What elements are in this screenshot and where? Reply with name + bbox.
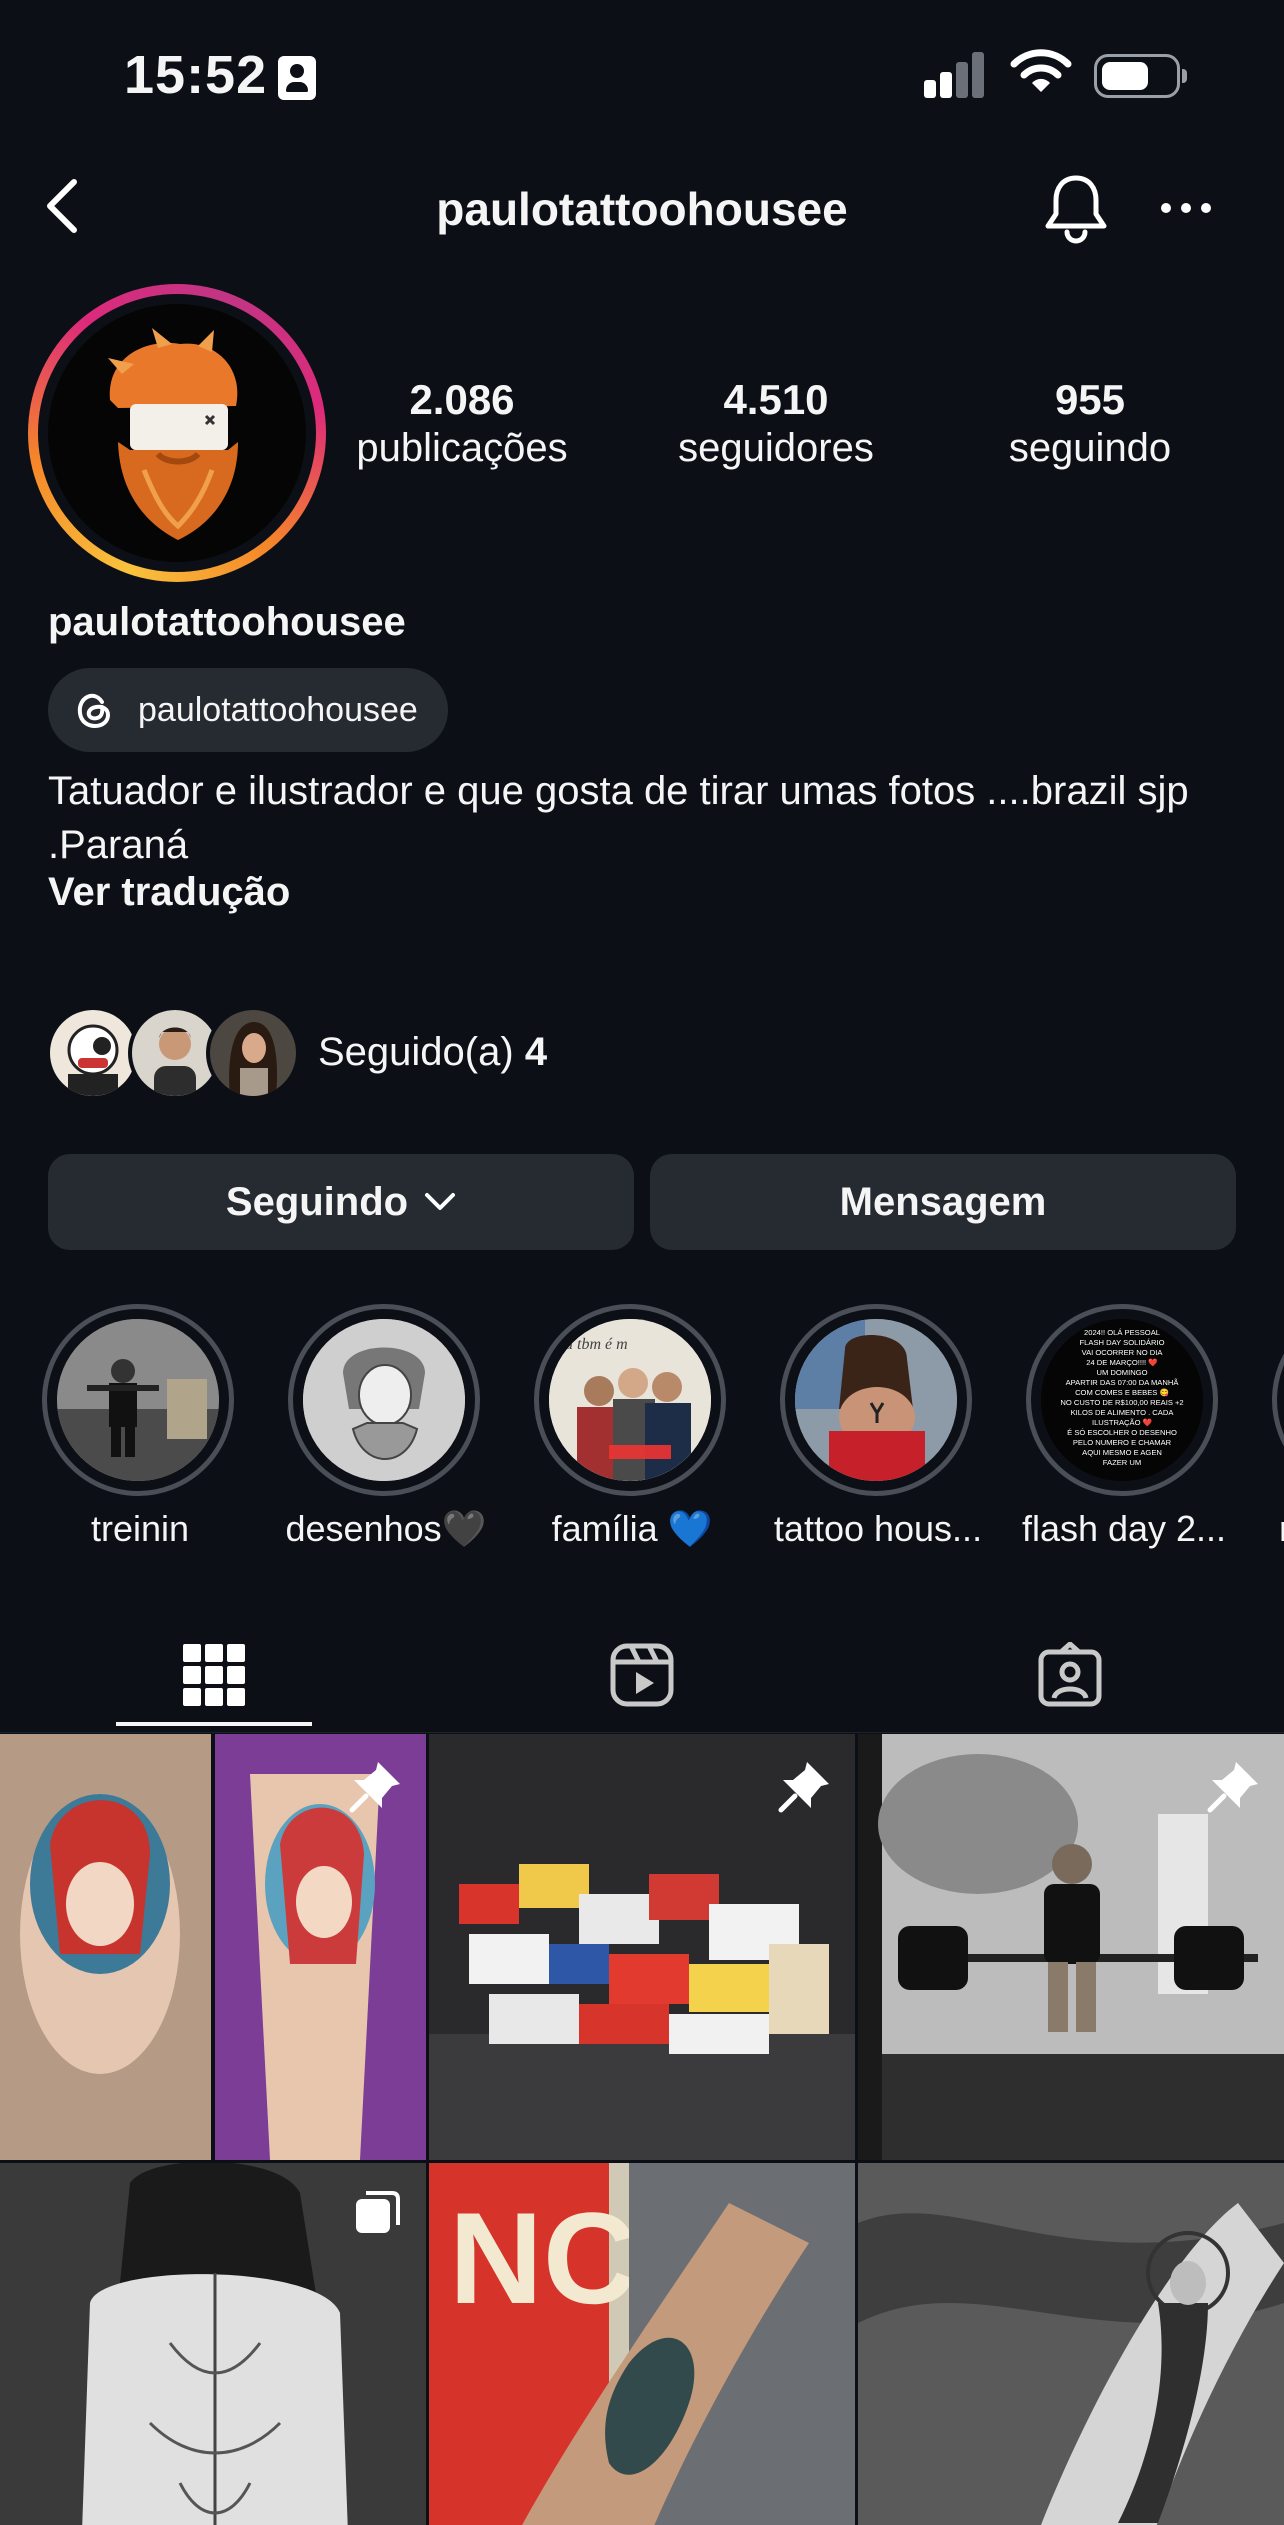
profile-avatar[interactable] bbox=[28, 284, 326, 582]
followed-by-text[interactable]: Seguido(a) 4 bbox=[318, 1030, 547, 1075]
post-image: NC bbox=[429, 2163, 855, 2525]
followers-count: 4.510 bbox=[723, 376, 829, 423]
highlight-label: treinin bbox=[90, 1508, 190, 1549]
post-thumbnail[interactable] bbox=[858, 1734, 1284, 2160]
flash-text-line: FAZER UM bbox=[1103, 1458, 1141, 1467]
flash-text-line: UM DOMINGO bbox=[1096, 1368, 1147, 1377]
mutual-follower-avatar[interactable] bbox=[46, 1006, 140, 1100]
highlight-item[interactable]: desenhos🖤 bbox=[286, 1304, 486, 1549]
message-button-label: Mensagem bbox=[839, 1179, 1047, 1224]
highlight-label: desenhos🖤 bbox=[285, 1508, 487, 1549]
threads-handle: paulotattoohousee bbox=[138, 690, 418, 729]
post-image bbox=[858, 2163, 1284, 2525]
tab-divider bbox=[0, 1732, 1284, 1733]
followed-by-label: Seguido(a) bbox=[318, 1030, 514, 1074]
contact-card-icon bbox=[278, 56, 316, 100]
highlight-cover bbox=[303, 1319, 465, 1481]
post-thumbnail[interactable]: NC bbox=[429, 2163, 855, 2525]
flash-text-line: AQUI MESMO E AGEN bbox=[1082, 1448, 1162, 1457]
svg-text:NC: NC bbox=[449, 2185, 637, 2331]
grid-icon bbox=[183, 1644, 245, 1706]
active-tab-indicator bbox=[116, 1722, 312, 1726]
posts-stat[interactable]: 2.086 publicações bbox=[342, 376, 582, 472]
carousel-icon bbox=[356, 2191, 400, 2233]
highlight-label: tattoo hous... bbox=[773, 1508, 983, 1549]
mutual-follower-avatar[interactable] bbox=[206, 1006, 300, 1100]
flash-text-line: 2024!! OLÁ PESSOAL bbox=[1084, 1328, 1160, 1337]
more-options-icon[interactable] bbox=[1160, 200, 1212, 216]
highlight-item[interactable]: treinin bbox=[42, 1304, 238, 1549]
tab-tagged[interactable] bbox=[856, 1620, 1284, 1730]
cellular-signal-icon bbox=[924, 52, 986, 98]
followers-label: seguidores bbox=[678, 426, 874, 471]
flash-text-line: 24 DE MARÇO!!!! ❤️ bbox=[1086, 1358, 1158, 1367]
highlight-cover bbox=[795, 1319, 957, 1481]
highlight-item[interactable]: a tbm é m família 💙 bbox=[534, 1304, 730, 1549]
profile-name: paulotattoohousee bbox=[48, 600, 406, 644]
flash-text-line: NO CUSTO DE R$100,00 REAIS +2 bbox=[1060, 1398, 1183, 1407]
posts-label: publicações bbox=[356, 426, 568, 471]
chevron-down-icon bbox=[425, 1193, 456, 1210]
message-button[interactable]: Mensagem bbox=[650, 1154, 1236, 1250]
highlight-cover: 2024!! OLÁ PESSOAL FLASH DAY SOLIDÁRIO V… bbox=[1041, 1319, 1203, 1481]
threads-badge[interactable]: paulotattoohousee bbox=[48, 668, 448, 752]
highlight-cover: a tbm é m bbox=[549, 1319, 711, 1481]
following-label: seguindo bbox=[1008, 426, 1172, 471]
battery-icon bbox=[1094, 54, 1187, 98]
highlight-label: m bbox=[1156, 1508, 1284, 1550]
post-thumbnail[interactable] bbox=[858, 2163, 1284, 2525]
profile-bio: Tatuador e ilustrador e que gosta de tir… bbox=[48, 769, 1189, 867]
reels-icon bbox=[610, 1643, 674, 1707]
highlight-cover-text: a tbm é m bbox=[565, 1336, 628, 1353]
flash-text-line: É SÓ ESCOLHER O DESENHO bbox=[1067, 1428, 1177, 1437]
flash-text-line: COM COMES E BEBES 😋 bbox=[1075, 1388, 1169, 1397]
pin-icon bbox=[778, 1762, 829, 1813]
bell-icon[interactable] bbox=[1042, 172, 1110, 244]
tab-reels[interactable] bbox=[428, 1620, 856, 1730]
highlight-item[interactable]: 2024!! OLÁ PESSOAL FLASH DAY SOLIDÁRIO V… bbox=[1022, 1304, 1226, 1549]
pin-icon bbox=[1207, 1762, 1258, 1813]
highlight-label: família 💙 bbox=[551, 1508, 713, 1549]
highlight-item[interactable]: tattoo hous... bbox=[774, 1304, 982, 1549]
post-thumbnail[interactable] bbox=[0, 2163, 426, 2525]
flash-text-line: APARTIR DAS 07:00 DA MANHÃ bbox=[1066, 1378, 1180, 1387]
following-button-label: Seguindo bbox=[225, 1179, 409, 1224]
flash-text-line: KILOS DE ALIMENTO . CADA bbox=[1071, 1408, 1175, 1417]
highlight-item[interactable]: m bbox=[1272, 1304, 1284, 1549]
wifi-icon bbox=[1010, 49, 1072, 92]
bearded-logo-image bbox=[108, 328, 238, 540]
posts-count: 2.086 bbox=[409, 376, 515, 423]
following-count: 955 bbox=[1054, 376, 1126, 423]
followed-by-count: 4 bbox=[524, 1030, 548, 1074]
post-thumbnail[interactable] bbox=[0, 1734, 426, 2160]
see-translation-link[interactable]: Ver tradução bbox=[48, 870, 290, 915]
highlight-cover bbox=[57, 1319, 219, 1481]
post-thumbnail[interactable] bbox=[429, 1734, 855, 2160]
tagged-icon bbox=[1038, 1642, 1102, 1707]
tab-grid[interactable] bbox=[0, 1620, 428, 1730]
following-stat[interactable]: 955 seguindo bbox=[970, 376, 1210, 472]
pin-icon bbox=[349, 1762, 400, 1813]
following-button[interactable]: Seguindo bbox=[48, 1154, 634, 1250]
flash-text-line: FLASH DAY SOLIDÁRIO bbox=[1080, 1338, 1165, 1347]
status-time: 15:52 bbox=[124, 45, 268, 105]
followers-stat[interactable]: 4.510 seguidores bbox=[656, 376, 896, 472]
threads-icon bbox=[77, 693, 111, 729]
flash-text-line: ILUSTRAÇÃO ❤️ bbox=[1092, 1418, 1153, 1427]
flash-text-line: PELO NUMERO E CHAMAR bbox=[1073, 1438, 1172, 1447]
flash-text-line: VAI OCORRER NO DIA bbox=[1082, 1348, 1164, 1357]
